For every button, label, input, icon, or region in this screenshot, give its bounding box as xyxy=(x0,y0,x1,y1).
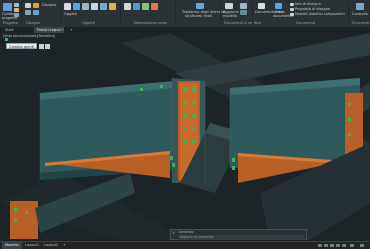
open-icon[interactable] xyxy=(14,8,19,12)
ribbon-label-10[interactable]: Modelli didattici componenti xyxy=(295,12,345,16)
transform-icon[interactable] xyxy=(196,3,204,9)
menu-icon[interactable] xyxy=(360,244,364,247)
properties-icon[interactable] xyxy=(290,8,294,11)
ribbon-toolbar: Cambia progetto Progetto Disegno Disegno… xyxy=(0,0,370,28)
clash-icon[interactable] xyxy=(151,3,158,10)
ribbon-label-2: Disegno xyxy=(42,3,57,7)
ribbon-sublabel-5: modello xyxy=(223,14,238,18)
ribbon-label-3: Oggetti xyxy=(64,12,78,16)
viewport-label[interactable]: [Vista personalizzata][Realistico] xyxy=(3,34,55,38)
document-icon[interactable] xyxy=(240,3,247,9)
refresh-icon[interactable] xyxy=(225,3,233,9)
ribbon-separator xyxy=(175,2,176,24)
template-icon[interactable] xyxy=(290,13,294,16)
ribbon-group-5: Documenti xyxy=(296,21,316,25)
dropdown-settings-icon[interactable] xyxy=(39,44,44,49)
list-icon[interactable] xyxy=(240,10,247,15)
section-icon[interactable] xyxy=(133,3,140,10)
ribbon-group-6: Strumenti xyxy=(352,21,370,25)
ribbon-separator xyxy=(120,2,121,24)
ribbon-group-0: Progetto xyxy=(3,21,18,25)
command-history: Comando: xyxy=(178,230,195,234)
project-icon[interactable] xyxy=(14,3,19,7)
drawing-icon[interactable] xyxy=(25,3,31,8)
column-icon[interactable] xyxy=(73,3,80,10)
joint-icon[interactable] xyxy=(109,3,116,10)
close-icon[interactable]: × xyxy=(172,230,175,235)
ribbon-group-2: Oggetti xyxy=(82,21,96,25)
ortho-toggle-icon[interactable] xyxy=(330,244,334,247)
control-icon[interactable] xyxy=(356,3,364,10)
ribbon-separator xyxy=(348,2,349,24)
layer-icon[interactable] xyxy=(33,3,39,8)
ribbon-group-4: Documenti & verifica xyxy=(224,21,261,25)
create-document-icon[interactable] xyxy=(275,3,282,9)
osnap-toggle-icon[interactable] xyxy=(342,244,346,247)
command-line: × Comando: Digitare un comando xyxy=(170,229,307,240)
ribbon-separator xyxy=(252,2,253,24)
ribbon-group-3: Modellazione reale xyxy=(134,21,167,25)
ribbon-label-8[interactable]: Info di disegno xyxy=(295,2,321,6)
ribbon-separator xyxy=(21,2,22,24)
model-viewport[interactable]: [Vista personalizzata][Realistico] Cambi… xyxy=(0,33,370,240)
ribbon-separator xyxy=(60,2,61,24)
change-project-button[interactable] xyxy=(3,3,12,11)
view-icon[interactable] xyxy=(25,10,31,15)
documentation-icon[interactable] xyxy=(258,3,265,9)
plate-icon[interactable] xyxy=(82,3,89,10)
beam-icon[interactable] xyxy=(64,3,71,10)
ribbon-sublabel-4: strutturali finali xyxy=(185,14,212,18)
bolt-icon[interactable] xyxy=(91,3,98,10)
polar-toggle-icon[interactable] xyxy=(336,244,340,247)
model-canvas xyxy=(0,33,370,240)
ribbon-group-1: Disegno xyxy=(26,21,41,25)
weld-icon[interactable] xyxy=(100,3,107,10)
grid-toggle-icon[interactable] xyxy=(318,244,322,247)
ribbon-label-9[interactable]: Proprietà di disegno xyxy=(295,7,330,11)
ribbon-label-11: Controllo xyxy=(352,12,368,16)
grid-icon[interactable] xyxy=(33,10,39,15)
info-icon[interactable] xyxy=(290,3,294,6)
check-icon[interactable] xyxy=(142,3,149,10)
joint-dropdown[interactable]: Cambio giunti xyxy=(6,43,37,49)
ribbon-separator xyxy=(220,2,221,24)
workspace-icon[interactable] xyxy=(350,244,354,247)
command-input[interactable]: Digitare un comando xyxy=(178,235,304,240)
snap-toggle-icon[interactable] xyxy=(324,244,328,247)
cube-icon[interactable] xyxy=(124,3,131,10)
save-icon[interactable] xyxy=(14,13,19,17)
dropdown-close-icon[interactable] xyxy=(45,44,50,49)
